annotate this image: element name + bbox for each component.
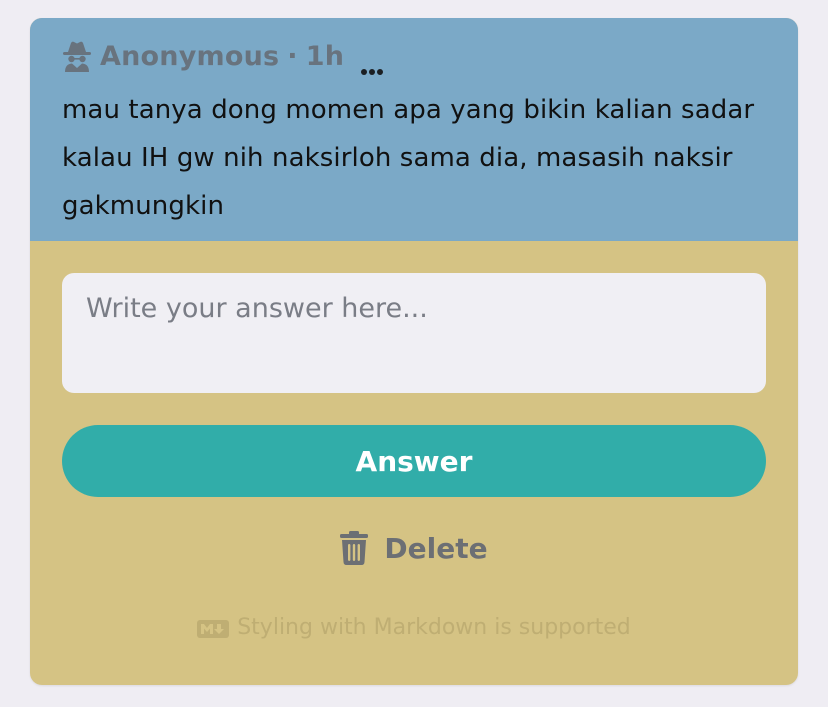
question-text: mau tanya dong momen apa yang bikin kali… xyxy=(62,95,755,221)
spy-icon xyxy=(62,40,92,72)
trash-icon xyxy=(340,531,369,565)
question-meta: Anonymous · 1h xyxy=(62,38,766,75)
markdown-icon xyxy=(197,619,230,638)
meta-separator: · xyxy=(287,40,298,72)
delete-button[interactable]: Delete xyxy=(62,523,766,573)
post-time: 1h xyxy=(305,40,345,72)
markdown-note-text: Styling with Markdown is supported xyxy=(237,615,631,640)
answer-form: Write your answer here... Answer Delete xyxy=(30,241,798,640)
answer-button[interactable]: Answer xyxy=(62,425,766,497)
question-card: Anonymous · 1h mau tanya dong momen apa … xyxy=(30,18,798,685)
more-horizontal-icon[interactable] xyxy=(360,52,384,75)
delete-label: Delete xyxy=(384,531,488,565)
question-section: Anonymous · 1h mau tanya dong momen apa … xyxy=(30,18,798,241)
author-name: Anonymous xyxy=(100,40,280,72)
answer-input[interactable]: Write your answer here... xyxy=(62,273,766,393)
answer-button-label: Answer xyxy=(355,444,473,478)
markdown-note: Styling with Markdown is supported xyxy=(62,615,766,640)
